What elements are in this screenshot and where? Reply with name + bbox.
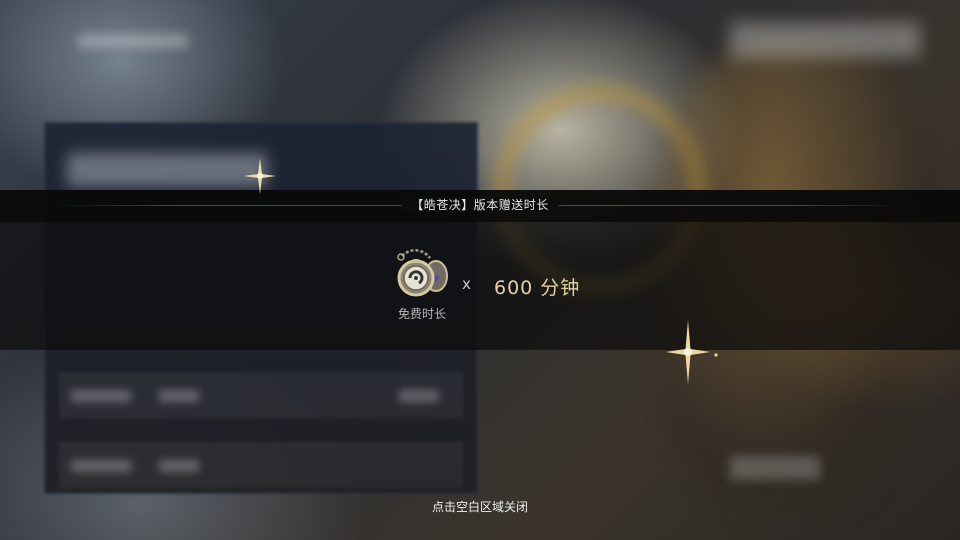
sparkle-icon	[666, 320, 710, 384]
sparkle-icon	[244, 158, 276, 194]
sparkle-dot-icon	[714, 353, 718, 357]
popup-title-wrapper: 【皓苍决】版本赠送时长	[0, 196, 960, 214]
reward-amount: 600 分钟	[494, 277, 581, 299]
reward-multiplier: x	[462, 275, 471, 293]
popup-title: 【皓苍决】版本赠送时长	[401, 198, 559, 212]
pocket-watch-icon	[392, 248, 452, 302]
close-hint[interactable]: 点击空白区域关闭	[0, 498, 960, 515]
reward-label: 免费时长	[397, 307, 446, 321]
